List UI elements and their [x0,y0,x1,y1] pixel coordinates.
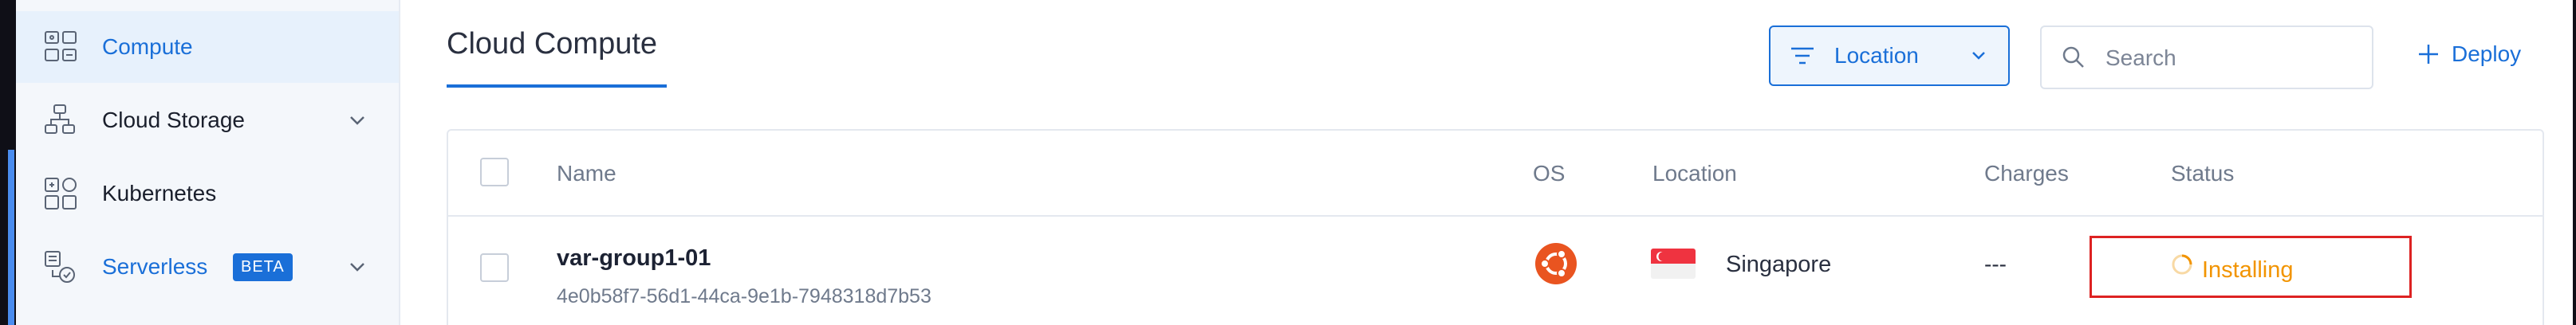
serverless-icon [43,249,78,284]
status-badge: Installing [2202,257,2294,283]
server-name-link[interactable]: var-group1-01 [557,245,711,272]
compute-icon [43,29,78,65]
sidebar-item-label: Compute [102,34,193,59]
server-location: Singapore [1726,252,1832,277]
deploy-label: Deploy [2452,41,2522,66]
sidebar-item-label: Kubernetes [102,181,217,206]
row-checkbox[interactable] [480,253,509,282]
ubuntu-icon [1534,242,1578,285]
deploy-button[interactable]: Deploy [2416,37,2521,72]
chevron-down-icon[interactable] [346,109,368,131]
table-row[interactable]: var-group1-01 4e0b58f7-56d1-44ca-9e1b-79… [448,217,2543,325]
select-all-checkbox[interactable] [480,158,509,186]
singapore-flag-icon [1651,249,1696,279]
filter-icon [1790,45,1815,71]
search-icon [2061,45,2086,74]
column-header-name[interactable]: Name [557,161,616,186]
spinner-icon [2170,253,2194,280]
chevron-down-icon [1970,46,1987,69]
app-window: Compute Cloud Storage Kubernetes Serverl… [0,0,2576,325]
column-header-status[interactable]: Status [2171,161,2234,186]
sidebar-item-cloud-storage[interactable]: Cloud Storage [16,84,399,156]
table-header: Name OS Location Charges Status [448,131,2543,217]
column-header-location[interactable]: Location [1652,161,1737,186]
location-filter-label: Location [1834,43,1919,68]
column-header-os[interactable]: OS [1533,161,1565,186]
server-id: 4e0b58f7-56d1-44ca-9e1b-7948318d7b53 [557,285,932,307]
plus-icon [2416,42,2440,66]
sidebar-accent-strip [8,150,14,325]
window-edge-right [2573,0,2576,325]
column-header-charges[interactable]: Charges [1984,161,2069,186]
kubernetes-icon [43,176,78,211]
server-charges: --- [1984,252,2007,276]
search-input[interactable] [2104,41,2362,75]
beta-badge: BETA [233,253,293,281]
sidebar-item-kubernetes[interactable]: Kubernetes [16,158,399,229]
sidebar-item-label: Cloud Storage [102,108,246,132]
location-filter-button[interactable]: Location [1769,25,2010,86]
cloud-storage-icon [43,103,78,138]
sidebar: Compute Cloud Storage Kubernetes Serverl… [16,0,400,325]
servers-table: Name OS Location Charges Status var-grou… [447,129,2544,325]
sidebar-item-label: Serverless [102,254,208,279]
page-title: Cloud Compute [447,27,658,61]
sidebar-item-compute[interactable]: Compute [16,11,399,83]
search-field[interactable] [2040,25,2373,89]
sidebar-item-serverless[interactable]: Serverless BETA [16,231,399,303]
tab-underline [447,84,667,88]
status-highlight: Installing [2090,236,2412,298]
chevron-down-icon[interactable] [346,256,368,278]
main-content: Cloud Compute Location Search Deploy Nam… [399,0,2573,325]
